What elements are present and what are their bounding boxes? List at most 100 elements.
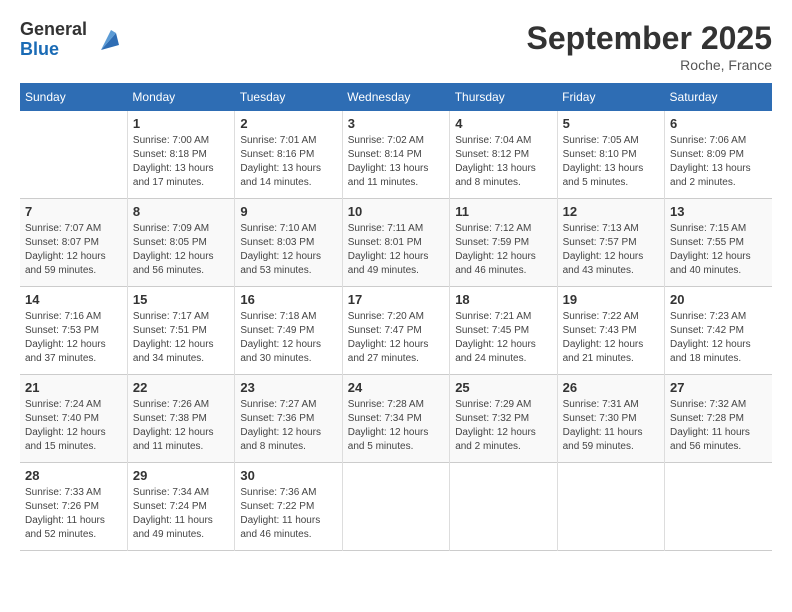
col-header-monday: Monday [127,83,234,111]
day-number: 27 [670,380,767,395]
day-number: 11 [455,204,551,219]
day-number: 9 [240,204,336,219]
calendar-cell: 24 Sunrise: 7:28 AM Sunset: 7:34 PM Dayli… [342,375,449,463]
calendar-cell: 27 Sunrise: 7:32 AM Sunset: 7:28 PM Dayli… [665,375,772,463]
day-number: 28 [25,468,122,483]
day-number: 4 [455,116,551,131]
calendar-cell: 11 Sunrise: 7:12 AM Sunset: 7:59 PM Dayli… [450,199,557,287]
calendar-week-row: 1Sunrise: 7:00 AM Sunset: 8:18 PM Daylig… [20,111,772,199]
day-number: 5 [563,116,659,131]
day-number: 18 [455,292,551,307]
day-number: 10 [348,204,444,219]
day-number: 6 [670,116,767,131]
calendar-cell: 28 Sunrise: 7:33 AM Sunset: 7:26 PM Dayli… [20,463,127,551]
day-number: 22 [133,380,229,395]
calendar-cell [20,111,127,199]
calendar-cell: 21 Sunrise: 7:24 AM Sunset: 7:40 PM Dayli… [20,375,127,463]
calendar-cell [557,463,664,551]
day-info: Sunrise: 7:24 AM Sunset: 7:40 PM Dayligh… [25,398,122,454]
day-info: Sunrise: 7:12 AM Sunset: 7:59 PM Dayligh… [455,222,551,278]
col-header-thursday: Thursday [450,83,557,111]
calendar-cell: 4 Sunrise: 7:04 AM Sunset: 8:12 PM Daylig… [450,111,557,199]
day-number: 25 [455,380,551,395]
calendar-cell [665,463,772,551]
day-info: Sunrise: 7:29 AM Sunset: 7:32 PM Dayligh… [455,398,551,454]
day-info: Sunrise: 7:31 AM Sunset: 7:30 PM Dayligh… [563,398,659,454]
month-title: September 2025 [527,20,772,57]
calendar-cell: 8Sunrise: 7:09 AM Sunset: 8:05 PM Daylig… [127,199,234,287]
col-header-saturday: Saturday [665,83,772,111]
calendar-cell: 18 Sunrise: 7:21 AM Sunset: 7:45 PM Dayli… [450,287,557,375]
calendar-cell: 2Sunrise: 7:01 AM Sunset: 8:16 PM Daylig… [235,111,342,199]
day-number: 21 [25,380,122,395]
calendar-cell: 7Sunrise: 7:07 AM Sunset: 8:07 PM Daylig… [20,199,127,287]
day-number: 8 [133,204,229,219]
col-header-wednesday: Wednesday [342,83,449,111]
day-number: 17 [348,292,444,307]
day-number: 15 [133,292,229,307]
title-block: September 2025 Roche, France [527,20,772,73]
day-info: Sunrise: 7:36 AM Sunset: 7:22 PM Dayligh… [240,486,336,542]
calendar-cell: 29 Sunrise: 7:34 AM Sunset: 7:24 PM Dayli… [127,463,234,551]
day-info: Sunrise: 7:10 AM Sunset: 8:03 PM Dayligh… [240,222,336,278]
day-info: Sunrise: 7:04 AM Sunset: 8:12 PM Dayligh… [455,134,551,190]
calendar-week-row: 7Sunrise: 7:07 AM Sunset: 8:07 PM Daylig… [20,199,772,287]
col-header-sunday: Sunday [20,83,127,111]
day-number: 16 [240,292,336,307]
day-info: Sunrise: 7:13 AM Sunset: 7:57 PM Dayligh… [563,222,659,278]
col-header-tuesday: Tuesday [235,83,342,111]
calendar-cell: 5 Sunrise: 7:05 AM Sunset: 8:10 PM Daylig… [557,111,664,199]
day-info: Sunrise: 7:07 AM Sunset: 8:07 PM Dayligh… [25,222,122,278]
day-info: Sunrise: 7:27 AM Sunset: 7:36 PM Dayligh… [240,398,336,454]
calendar-cell: 22 Sunrise: 7:26 AM Sunset: 7:38 PM Dayli… [127,375,234,463]
day-number: 3 [348,116,444,131]
day-info: Sunrise: 7:00 AM Sunset: 8:18 PM Dayligh… [133,134,229,190]
day-number: 24 [348,380,444,395]
day-info: Sunrise: 7:11 AM Sunset: 8:01 PM Dayligh… [348,222,444,278]
day-info: Sunrise: 7:32 AM Sunset: 7:28 PM Dayligh… [670,398,767,454]
calendar-cell: 17Sunrise: 7:20 AM Sunset: 7:47 PM Dayli… [342,287,449,375]
calendar-cell: 12 Sunrise: 7:13 AM Sunset: 7:57 PM Dayli… [557,199,664,287]
day-number: 14 [25,292,122,307]
day-number: 12 [563,204,659,219]
day-info: Sunrise: 7:34 AM Sunset: 7:24 PM Dayligh… [133,486,229,542]
calendar-table: SundayMondayTuesdayWednesdayThursdayFrid… [20,83,772,551]
page-header: General Blue September 2025 Roche, Franc… [20,20,772,73]
calendar-cell: 26 Sunrise: 7:31 AM Sunset: 7:30 PM Dayli… [557,375,664,463]
calendar-cell: 10 Sunrise: 7:11 AM Sunset: 8:01 PM Dayli… [342,199,449,287]
day-number: 29 [133,468,229,483]
day-info: Sunrise: 7:33 AM Sunset: 7:26 PM Dayligh… [25,486,122,542]
calendar-cell: 13 Sunrise: 7:15 AM Sunset: 7:55 PM Dayli… [665,199,772,287]
calendar-cell: 14 Sunrise: 7:16 AM Sunset: 7:53 PM Dayli… [20,287,127,375]
calendar-cell: 20Sunrise: 7:23 AM Sunset: 7:42 PM Dayli… [665,287,772,375]
day-info: Sunrise: 7:26 AM Sunset: 7:38 PM Dayligh… [133,398,229,454]
day-number: 20 [670,292,767,307]
day-number: 30 [240,468,336,483]
calendar-cell: 19Sunrise: 7:22 AM Sunset: 7:43 PM Dayli… [557,287,664,375]
location: Roche, France [527,57,772,73]
calendar-week-row: 14 Sunrise: 7:16 AM Sunset: 7:53 PM Dayli… [20,287,772,375]
day-info: Sunrise: 7:28 AM Sunset: 7:34 PM Dayligh… [348,398,444,454]
calendar-cell [450,463,557,551]
day-info: Sunrise: 7:01 AM Sunset: 8:16 PM Dayligh… [240,134,336,190]
calendar-week-row: 28 Sunrise: 7:33 AM Sunset: 7:26 PM Dayli… [20,463,772,551]
day-info: Sunrise: 7:16 AM Sunset: 7:53 PM Dayligh… [25,310,122,366]
calendar-cell: 23 Sunrise: 7:27 AM Sunset: 7:36 PM Dayli… [235,375,342,463]
calendar-header-row: SundayMondayTuesdayWednesdayThursdayFrid… [20,83,772,111]
day-info: Sunrise: 7:22 AM Sunset: 7:43 PM Dayligh… [563,310,659,366]
logo-blue: Blue [20,40,87,60]
day-info: Sunrise: 7:15 AM Sunset: 7:55 PM Dayligh… [670,222,767,278]
day-info: Sunrise: 7:18 AM Sunset: 7:49 PM Dayligh… [240,310,336,366]
day-info: Sunrise: 7:17 AM Sunset: 7:51 PM Dayligh… [133,310,229,366]
day-number: 13 [670,204,767,219]
calendar-cell: 30 Sunrise: 7:36 AM Sunset: 7:22 PM Dayli… [235,463,342,551]
calendar-cell: 3Sunrise: 7:02 AM Sunset: 8:14 PM Daylig… [342,111,449,199]
day-info: Sunrise: 7:06 AM Sunset: 8:09 PM Dayligh… [670,134,767,190]
calendar-cell: 1Sunrise: 7:00 AM Sunset: 8:18 PM Daylig… [127,111,234,199]
calendar-cell: 25 Sunrise: 7:29 AM Sunset: 7:32 PM Dayli… [450,375,557,463]
day-number: 23 [240,380,336,395]
day-info: Sunrise: 7:05 AM Sunset: 8:10 PM Dayligh… [563,134,659,190]
day-info: Sunrise: 7:21 AM Sunset: 7:45 PM Dayligh… [455,310,551,366]
logo-icon [91,25,121,55]
day-number: 26 [563,380,659,395]
